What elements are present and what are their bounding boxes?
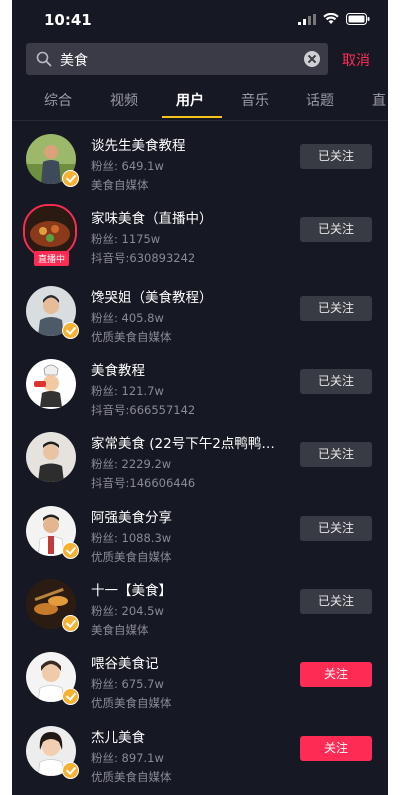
cancel-button[interactable]: 取消 bbox=[342, 50, 370, 70]
search-input[interactable]: 美食 bbox=[26, 43, 328, 75]
user-name: 家常美食 (22号下午2点鸭鸭… bbox=[91, 436, 275, 452]
user-fans: 粉丝: 1175w bbox=[91, 232, 161, 246]
followed-button[interactable]: 已关注 bbox=[300, 217, 372, 242]
follow-button[interactable]: 关注 bbox=[300, 662, 372, 687]
user-name: 喂谷美食记 bbox=[91, 656, 159, 672]
signal-icon bbox=[298, 13, 316, 25]
active-tab-indicator bbox=[162, 116, 222, 118]
tab-music[interactable]: 音乐 bbox=[241, 90, 269, 110]
status-icons bbox=[298, 13, 370, 25]
verified-badge-icon bbox=[62, 322, 79, 339]
followed-button[interactable]: 已关注 bbox=[300, 369, 372, 394]
followed-button[interactable]: 已关注 bbox=[300, 442, 372, 467]
user-name: 杰儿美食 bbox=[91, 730, 145, 746]
user-fans: 粉丝: 649.1w bbox=[91, 159, 164, 173]
user-row[interactable]: 谈先生美食教程 粉丝: 649.1w 美食自媒体 已关注 bbox=[12, 124, 388, 197]
followed-button[interactable]: 已关注 bbox=[300, 589, 372, 614]
app-screen: 10:41 美食 取消 综合 视频 用户 音乐 话题 直 谈先生美食教程 粉丝:… bbox=[12, 0, 388, 795]
verified-badge-icon bbox=[62, 170, 79, 187]
user-row[interactable]: 喂谷美食记 粉丝: 675.7w 优质美食自媒体 关注 bbox=[12, 642, 388, 715]
avatar-container bbox=[26, 432, 76, 482]
battery-icon bbox=[346, 13, 370, 25]
user-fans: 粉丝: 1088.3w bbox=[91, 531, 172, 545]
user-fans: 粉丝: 405.8w bbox=[91, 311, 164, 325]
user-subtitle: 美食自媒体 bbox=[91, 623, 149, 637]
user-row[interactable]: 馋哭姐（美食教程） 粉丝: 405.8w 优质美食自媒体 已关注 bbox=[12, 276, 388, 349]
verified-badge-icon bbox=[62, 542, 79, 559]
verified-badge-icon bbox=[62, 762, 79, 779]
avatar-container: 直播中 bbox=[23, 204, 77, 266]
user-row[interactable]: 直播中 家味美食（直播中） 粉丝: 1175w 抖音号:630893242 已关… bbox=[12, 197, 388, 270]
followed-button[interactable]: 已关注 bbox=[300, 296, 372, 321]
followed-button[interactable]: 已关注 bbox=[300, 144, 372, 169]
verified-badge-icon bbox=[62, 615, 79, 632]
tab-live[interactable]: 直 bbox=[372, 90, 386, 110]
tab-topics[interactable]: 话题 bbox=[306, 90, 334, 110]
clear-icon[interactable] bbox=[304, 51, 320, 67]
user-name: 谈先生美食教程 bbox=[91, 138, 186, 154]
user-subtitle: 抖音号:146606446 bbox=[91, 476, 196, 490]
search-tabs: 综合 视频 用户 音乐 话题 直 bbox=[12, 82, 388, 121]
user-name: 美食教程 bbox=[91, 363, 145, 379]
user-subtitle: 优质美食自媒体 bbox=[91, 770, 172, 784]
tab-general[interactable]: 综合 bbox=[44, 90, 72, 110]
followed-button[interactable]: 已关注 bbox=[300, 516, 372, 541]
status-time: 10:41 bbox=[44, 11, 92, 29]
avatar-container bbox=[26, 506, 79, 559]
avatar-container bbox=[26, 359, 76, 409]
avatar-container bbox=[26, 652, 79, 705]
live-badge: 直播中 bbox=[34, 251, 70, 266]
verified-badge-icon bbox=[62, 688, 79, 705]
user-subtitle: 美食自媒体 bbox=[91, 178, 149, 192]
avatar-container bbox=[26, 286, 79, 339]
tab-videos[interactable]: 视频 bbox=[110, 90, 138, 110]
user-row[interactable]: 美食教程 粉丝: 121.7w 抖音号:666557142 已关注 bbox=[12, 349, 388, 422]
avatar-container bbox=[26, 726, 79, 779]
user-row[interactable]: 阿强美食分享 粉丝: 1088.3w 优质美食自媒体 已关注 bbox=[12, 496, 388, 569]
user-subtitle: 优质美食自媒体 bbox=[91, 330, 172, 344]
avatar[interactable] bbox=[23, 204, 77, 258]
user-fans: 粉丝: 675.7w bbox=[91, 677, 164, 691]
user-fans: 粉丝: 121.7w bbox=[91, 384, 164, 398]
user-row[interactable]: 十一【美食】 粉丝: 204.5w 美食自媒体 已关注 bbox=[12, 569, 388, 642]
user-row[interactable]: 家常美食 (22号下午2点鸭鸭… 粉丝: 2229.2w 抖音号:1466064… bbox=[12, 422, 388, 495]
user-name: 十一【美食】 bbox=[91, 583, 172, 599]
user-subtitle: 抖音号:666557142 bbox=[91, 403, 196, 417]
avatar[interactable] bbox=[26, 432, 76, 482]
user-fans: 粉丝: 204.5w bbox=[91, 604, 164, 618]
follow-button[interactable]: 关注 bbox=[300, 736, 372, 761]
user-row[interactable]: 杰儿美食 粉丝: 897.1w 优质美食自媒体 关注 bbox=[12, 716, 388, 789]
user-fans: 粉丝: 2229.2w bbox=[91, 457, 172, 471]
avatar[interactable] bbox=[26, 359, 76, 409]
avatar-container bbox=[26, 134, 79, 187]
search-icon bbox=[36, 51, 52, 67]
user-name: 馋哭姐（美食教程） bbox=[91, 290, 213, 306]
user-fans: 粉丝: 897.1w bbox=[91, 751, 164, 765]
user-subtitle: 抖音号:630893242 bbox=[91, 251, 196, 265]
user-name: 阿强美食分享 bbox=[91, 510, 172, 526]
avatar-container bbox=[26, 579, 79, 632]
user-subtitle: 优质美食自媒体 bbox=[91, 696, 172, 710]
search-bar: 美食 取消 bbox=[26, 43, 382, 75]
status-bar: 10:41 bbox=[12, 0, 388, 38]
tab-users[interactable]: 用户 bbox=[176, 90, 204, 110]
wifi-icon bbox=[323, 13, 339, 24]
search-query: 美食 bbox=[60, 53, 88, 69]
user-subtitle: 优质美食自媒体 bbox=[91, 550, 172, 564]
user-name: 家味美食（直播中） bbox=[91, 211, 213, 227]
